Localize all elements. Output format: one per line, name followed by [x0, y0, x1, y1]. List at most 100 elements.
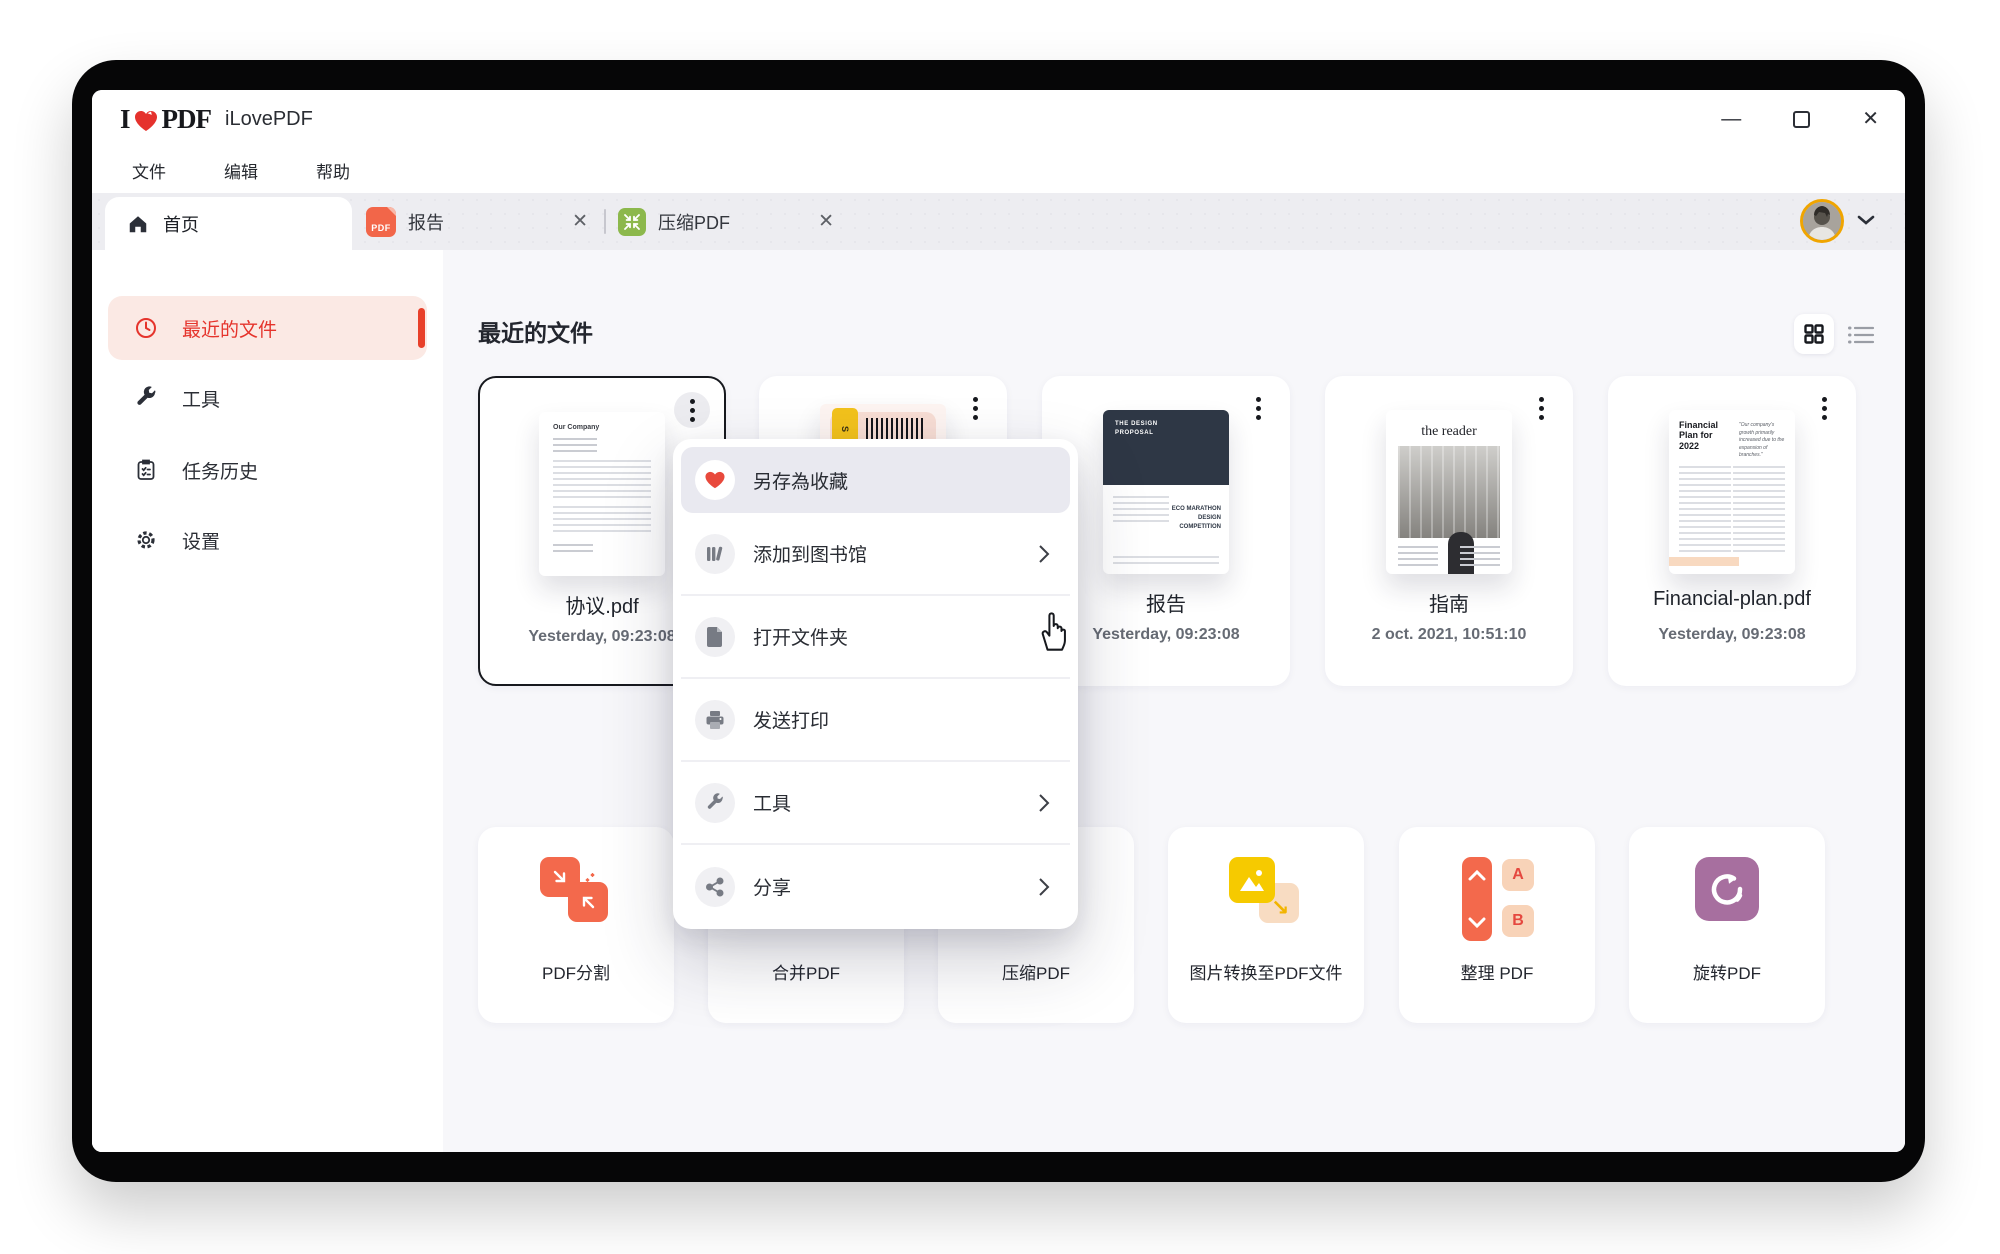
file-date: Yesterday, 09:23:08: [1092, 626, 1240, 643]
gear-icon: [134, 528, 158, 552]
thumb-quote: "Our company's growth primarily increase…: [1739, 422, 1785, 458]
share-icon: [695, 866, 735, 907]
file-name: Financial-plan.pdf: [1653, 588, 1811, 610]
menu-help[interactable]: 帮助: [316, 158, 350, 183]
tab-home-label: 首页: [163, 214, 199, 235]
menu-bar: 文件 编辑 帮助: [92, 148, 1905, 193]
sidebar-item-label: 任务历史: [182, 461, 259, 483]
file-card-guide[interactable]: the reader 指南 2 oct. 2021, 10:51:10: [1325, 376, 1573, 686]
tab-compress[interactable]: 压缩PDF ✕: [610, 193, 848, 250]
letter-b-cell: B: [1502, 905, 1534, 937]
sidebar: 最近的文件 工具 任务历史 设置: [92, 250, 443, 1152]
recent-files-title: 最近的文件: [478, 320, 593, 346]
tab-report[interactable]: PDF 报告 ✕: [354, 193, 602, 250]
sidebar-item-settings[interactable]: 设置: [108, 508, 427, 572]
kebab-menu-icon[interactable]: [957, 390, 993, 426]
logo-pdf: PDF: [161, 104, 212, 134]
thumb-highlight: [1669, 557, 1739, 566]
chevron-right-icon: [1036, 543, 1052, 565]
organize-pdf-icon: A B: [1462, 857, 1534, 941]
thumb-title: Our Company: [553, 424, 600, 431]
tool-card-organize-pdf[interactable]: A B 整理 PDF: [1399, 827, 1595, 1023]
kebab-menu-icon[interactable]: [674, 392, 710, 428]
wrench-icon: [695, 782, 735, 823]
tab-home[interactable]: 首页: [105, 197, 352, 250]
printer-icon: [695, 699, 735, 740]
context-menu-item-share[interactable]: 分享: [681, 845, 1070, 928]
letter-a-cell: A: [1502, 859, 1534, 891]
menu-item-label: 另存為收藏: [753, 471, 849, 493]
title-bar: I PDF iLovePDF — ✕: [92, 90, 1905, 148]
user-avatar[interactable]: [1800, 199, 1844, 243]
file-thumbnail: THE DESIGN PROPOSAL ECO MARATHON DESIGN C…: [1103, 410, 1229, 574]
thumb-side-text: ECO MARATHON DESIGN COMPETITION: [1171, 506, 1221, 531]
image-to-pdf-icon: ↘: [1229, 857, 1303, 929]
file-icon: [695, 616, 735, 657]
app-title: iLovePDF: [225, 108, 313, 130]
chevron-right-icon: [1036, 792, 1052, 814]
context-menu: 另存為收藏 添加到图书馆 打开文件夹 发送打印 工具 分享: [673, 439, 1078, 929]
clock-icon: [134, 316, 158, 340]
tab-report-close-icon[interactable]: ✕: [572, 210, 588, 233]
context-menu-item-tools[interactable]: 工具: [681, 762, 1070, 845]
context-menu-item-send-to-print[interactable]: 发送打印: [681, 679, 1070, 762]
compress-icon: [618, 207, 646, 236]
tool-label: PDF分割: [542, 964, 610, 983]
sidebar-item-recent-files[interactable]: 最近的文件: [108, 296, 427, 360]
context-menu-item-save-as-favorite[interactable]: 另存為收藏: [681, 447, 1070, 513]
tool-label: 整理 PDF: [1460, 964, 1534, 983]
tab-separator: [604, 209, 606, 234]
menu-file[interactable]: 文件: [132, 158, 166, 183]
file-card-financial-plan[interactable]: Financial Plan for 2022 "Our company's g…: [1608, 376, 1856, 686]
wrench-icon: [134, 386, 158, 410]
list-view-button[interactable]: [1842, 320, 1882, 350]
menu-edit[interactable]: 编辑: [224, 158, 258, 183]
sidebar-item-tools[interactable]: 工具: [108, 366, 427, 430]
thumb-title: the reader: [1421, 424, 1477, 439]
library-icon: [695, 533, 735, 574]
kebab-menu-icon[interactable]: [1806, 390, 1842, 426]
heart-icon: [695, 460, 735, 500]
file-card-report[interactable]: THE DESIGN PROPOSAL ECO MARATHON DESIGN C…: [1042, 376, 1290, 686]
tool-card-rotate-pdf[interactable]: 旋转PDF: [1629, 827, 1825, 1023]
kebab-menu-icon[interactable]: [1523, 390, 1559, 426]
tool-label: 合并PDF: [772, 964, 840, 983]
context-menu-item-open-folder[interactable]: 打开文件夹: [681, 596, 1070, 679]
content-area: 最近的文件 工具 任务历史 设置 最近的文件 Our Company 协议.pd…: [92, 250, 1905, 1152]
close-button[interactable]: ✕: [1862, 109, 1879, 129]
tool-label: 图片转换至PDF文件: [1189, 964, 1343, 983]
tab-compress-label: 压缩PDF: [658, 212, 730, 233]
sidebar-item-task-history[interactable]: 任务历史: [108, 438, 427, 502]
maximize-button[interactable]: [1793, 110, 1811, 128]
home-icon: [127, 213, 149, 235]
rotate-pdf-icon: [1695, 857, 1759, 921]
menu-item-label: 工具: [753, 794, 792, 815]
pdf-file-icon: PDF: [366, 206, 396, 237]
menu-item-label: 打开文件夹: [753, 628, 849, 649]
file-thumbnail: the reader: [1386, 410, 1512, 574]
kebab-menu-icon[interactable]: [1240, 390, 1276, 426]
menu-item-label: 添加到图书馆: [753, 545, 868, 566]
tool-label: 旋转PDF: [1693, 964, 1761, 983]
context-menu-item-add-to-library[interactable]: 添加到图书馆: [681, 513, 1070, 596]
device-frame: I PDF iLovePDF — ✕ 文件 编辑 帮助 首页 PDF 报告 ✕ …: [72, 60, 1925, 1182]
sidebar-item-label: 工具: [182, 389, 221, 411]
hand-cursor-icon: [1033, 608, 1075, 654]
split-pdf-icon: [540, 857, 612, 929]
avatar-chevron-down-icon[interactable]: [1856, 213, 1876, 227]
tool-card-image-to-pdf[interactable]: ↘ 图片转换至PDF文件: [1168, 827, 1364, 1023]
chevron-right-icon: [1036, 876, 1052, 898]
file-thumbnail: Our Company: [539, 412, 665, 576]
logo-i: I: [120, 104, 130, 134]
tab-compress-close-icon[interactable]: ✕: [818, 210, 834, 233]
grid-view-button[interactable]: [1794, 314, 1834, 354]
menu-item-label: 分享: [753, 878, 792, 899]
file-name: 报告: [1146, 594, 1186, 616]
heart-logo-icon: [134, 110, 158, 132]
app-logo: I PDF iLovePDF: [120, 104, 313, 135]
minimize-button[interactable]: —: [1721, 109, 1741, 129]
file-thumbnail: Financial Plan for 2022 "Our company's g…: [1669, 410, 1795, 574]
tool-card-split-pdf[interactable]: PDF分割: [478, 827, 674, 1023]
arrow-down-right-icon: ↘: [1271, 895, 1290, 920]
file-date: Yesterday, 09:23:08: [1658, 626, 1806, 643]
